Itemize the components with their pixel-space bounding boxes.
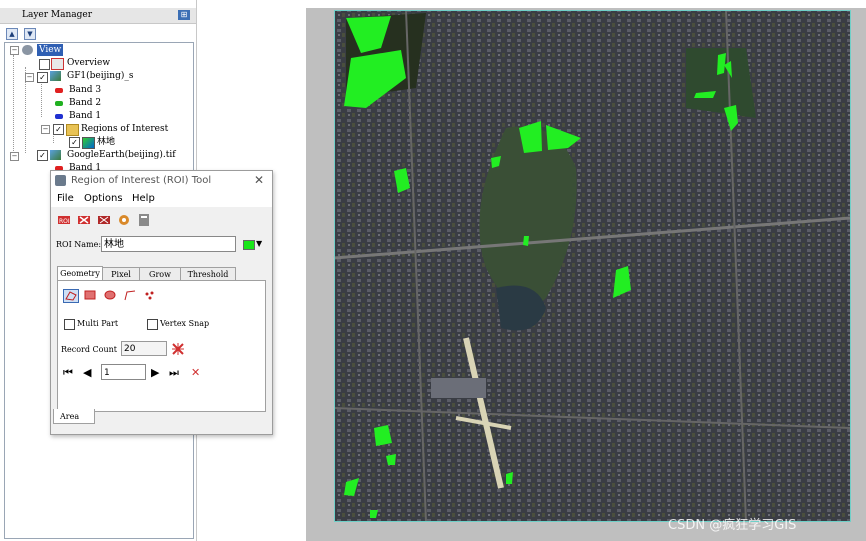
raster-icon bbox=[50, 150, 61, 160]
tree-line bbox=[41, 77, 42, 117]
view-icon bbox=[22, 45, 33, 55]
expand-toggle[interactable]: − bbox=[10, 46, 19, 55]
menu-help[interactable]: Help bbox=[132, 193, 155, 204]
layer-manager-title: Layer Manager bbox=[22, 10, 93, 20]
tree-node-band-3[interactable]: Band 3 bbox=[69, 84, 101, 96]
roi-tool-titlebar[interactable]: Region of Interest (ROI) Tool ✕ bbox=[51, 171, 272, 192]
tree-node-google[interactable]: GoogleEarth(beijing).tif bbox=[67, 149, 176, 161]
first-record-icon[interactable]: ⏮ bbox=[63, 367, 73, 378]
tab-grow[interactable]: Grow bbox=[139, 267, 181, 281]
svg-text:ROI: ROI bbox=[59, 218, 70, 225]
point-tool-icon[interactable] bbox=[143, 289, 157, 301]
overview-checkbox[interactable] bbox=[39, 59, 50, 70]
overview-icon bbox=[51, 58, 64, 70]
image-view[interactable] bbox=[306, 8, 866, 541]
band-green-icon bbox=[55, 101, 63, 106]
tree-node-regions[interactable]: Regions of Interest bbox=[81, 123, 168, 135]
pin-icon[interactable]: ⊞ bbox=[178, 10, 190, 20]
menu-options[interactable]: Options bbox=[84, 193, 123, 204]
multi-part-checkbox[interactable] bbox=[64, 319, 75, 330]
roi-tool-dialog: Region of Interest (ROI) Tool ✕ File Opt… bbox=[50, 170, 273, 435]
record-count-label: Record Count bbox=[61, 345, 117, 354]
ellipse-tool-icon[interactable] bbox=[103, 289, 117, 301]
expand-toggle[interactable]: − bbox=[25, 73, 34, 82]
menu-bar: File Options Help bbox=[51, 191, 272, 207]
raster-icon bbox=[50, 71, 61, 81]
app-icon bbox=[55, 175, 66, 186]
last-record-icon[interactable]: ⏭ bbox=[169, 367, 179, 378]
satellite-image bbox=[306, 8, 866, 541]
delete-roi-icon[interactable] bbox=[77, 213, 91, 227]
settings-icon[interactable] bbox=[117, 213, 131, 227]
record-count-field: 20 bbox=[121, 341, 167, 356]
polyline-tool-icon[interactable] bbox=[123, 289, 137, 301]
next-record-icon[interactable]: ▶ bbox=[151, 367, 159, 378]
record-index-input[interactable]: 1 bbox=[101, 364, 146, 380]
roi-name-label: ROI Name: bbox=[56, 240, 102, 249]
tree-node-band-1[interactable]: Band 1 bbox=[69, 110, 101, 122]
band-blue-icon bbox=[55, 114, 63, 119]
expand-toggle[interactable]: − bbox=[41, 125, 50, 134]
previous-record-icon[interactable]: ◀ bbox=[83, 367, 91, 378]
new-roi-icon[interactable]: ROI bbox=[57, 213, 71, 227]
tab-geometry[interactable]: Geometry bbox=[57, 266, 103, 281]
delete-records-icon[interactable] bbox=[171, 342, 185, 356]
vertex-snap-checkbox[interactable] bbox=[147, 319, 158, 330]
regions-checkbox[interactable]: ✓ bbox=[53, 124, 64, 135]
delete-all-roi-icon[interactable] bbox=[97, 213, 111, 227]
tree-node-roi[interactable]: 林地 bbox=[97, 136, 115, 148]
roi-checkbox[interactable]: ✓ bbox=[69, 137, 80, 148]
gf1-checkbox[interactable]: ✓ bbox=[37, 72, 48, 83]
tree-line bbox=[13, 55, 14, 159]
google-checkbox[interactable]: ✓ bbox=[37, 150, 48, 161]
roi-tool-title: Region of Interest (ROI) Tool bbox=[71, 175, 212, 186]
vertex-snap-label: Vertex Snap bbox=[160, 319, 210, 328]
rectangle-tool-icon[interactable] bbox=[83, 289, 97, 301]
chevron-down-icon[interactable]: ▼ bbox=[256, 239, 262, 248]
tab-threshold[interactable]: Threshold bbox=[180, 267, 236, 281]
tree-node-view[interactable]: View bbox=[37, 44, 64, 56]
expand-toggle[interactable]: − bbox=[10, 152, 19, 161]
tab-area[interactable]: Area bbox=[53, 409, 95, 424]
watermark: CSDN @疯狂学习GIS bbox=[668, 518, 797, 533]
tree-node-gf1[interactable]: GF1(beijing)_s bbox=[67, 70, 134, 82]
tree-node-band-2[interactable]: Band 2 bbox=[69, 97, 101, 109]
collapse-all-button[interactable]: ▲ bbox=[6, 28, 18, 40]
roi-polygon-icon bbox=[82, 137, 95, 149]
menu-file[interactable]: File bbox=[57, 193, 74, 204]
delete-record-icon[interactable]: ✕ bbox=[191, 367, 200, 378]
tab-pixel[interactable]: Pixel bbox=[102, 267, 140, 281]
layer-manager-titlebar: Layer Manager ⊞ bbox=[0, 8, 196, 24]
roi-name-input[interactable]: 林地 bbox=[101, 236, 236, 252]
expand-all-button[interactable]: ▼ bbox=[24, 28, 36, 40]
folder-icon bbox=[66, 124, 79, 136]
tree-node-overview[interactable]: Overview bbox=[67, 57, 110, 69]
statistics-icon[interactable] bbox=[137, 213, 151, 227]
roi-color-swatch[interactable] bbox=[243, 240, 255, 250]
band-red-icon bbox=[55, 88, 63, 93]
multi-part-label: Multi Part bbox=[77, 319, 119, 328]
close-icon[interactable]: ✕ bbox=[254, 173, 264, 187]
polygon-tool-icon[interactable] bbox=[63, 289, 79, 303]
